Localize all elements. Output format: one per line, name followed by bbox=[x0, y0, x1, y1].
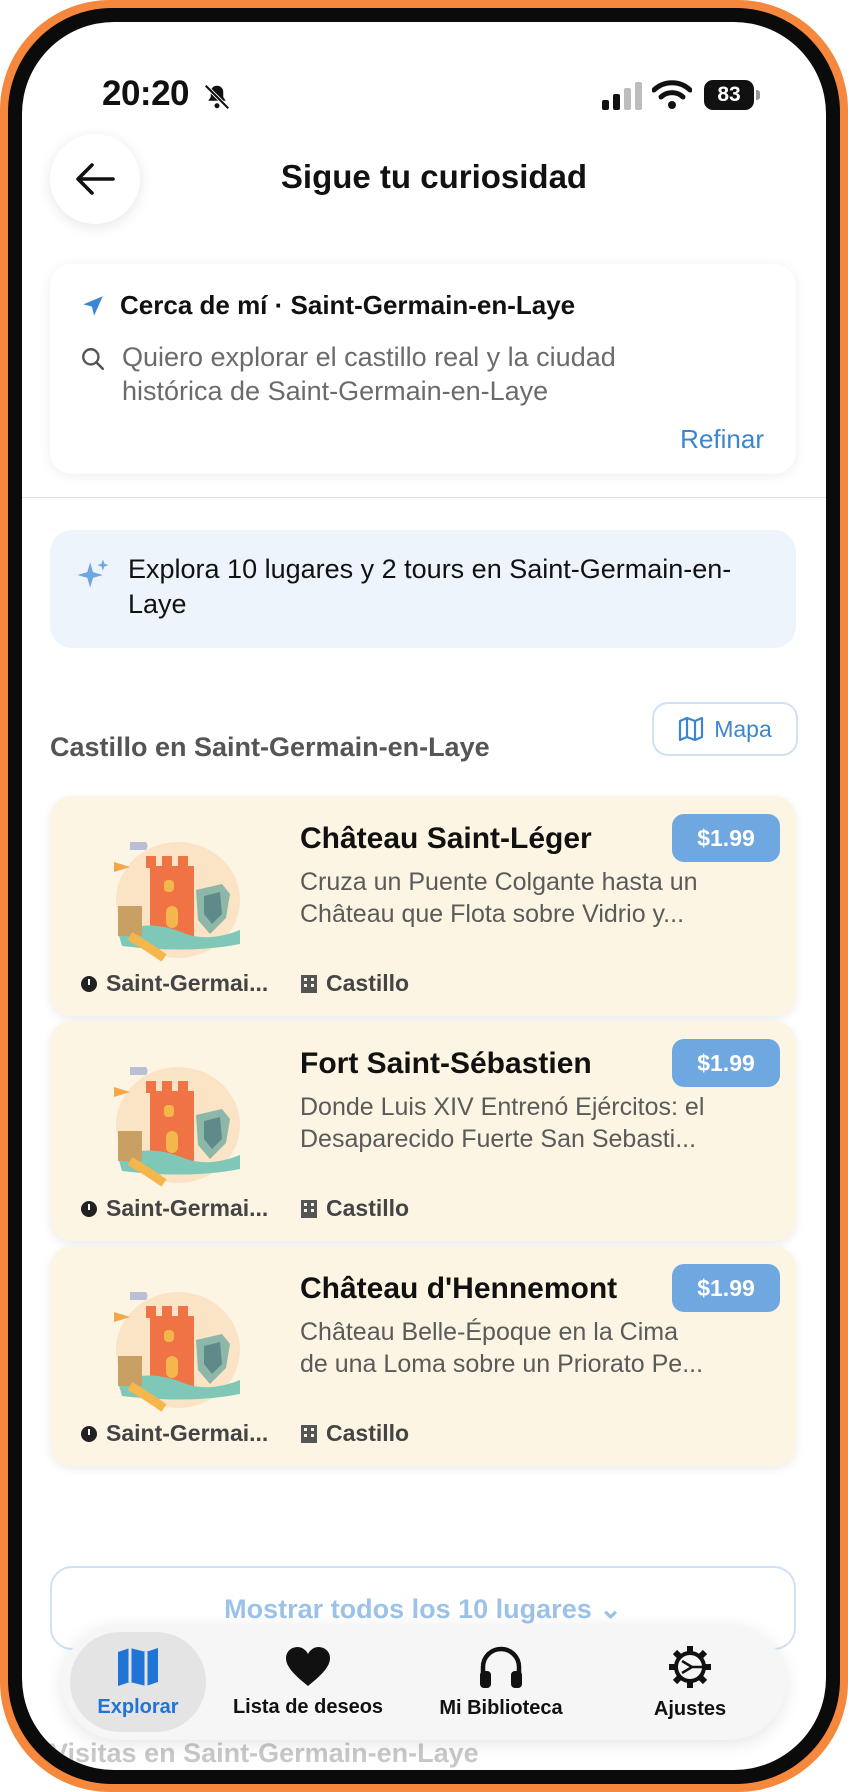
section-title: Castillo en Saint-Germain-en-Laye bbox=[50, 732, 490, 762]
search-card[interactable]: Cerca de mí · Saint-Germain-en-Laye Quie… bbox=[50, 264, 796, 474]
place-name: Château Saint-Léger bbox=[300, 822, 592, 855]
description-line-1: Donde Luis XIV Entrenó Ejércitos: el bbox=[300, 1093, 705, 1121]
description-line-2: Château que Flota sobre Vidrio y... bbox=[300, 900, 685, 928]
place-location: Saint-Germai... bbox=[80, 970, 268, 997]
place-type: Castillo bbox=[300, 970, 409, 997]
chevron-down-icon: ⌄ bbox=[599, 1594, 622, 1624]
place-card[interactable]: Fort Saint-Sébastien $1.99 Donde Luis XI… bbox=[50, 1021, 796, 1241]
map-button-label: Mapa bbox=[714, 715, 772, 742]
tab-explorar[interactable]: Explorar bbox=[70, 1632, 206, 1732]
map-icon bbox=[118, 1647, 158, 1686]
tab-bar: Explorar Lista de deseos Mi Biblioteca A… bbox=[62, 1624, 786, 1740]
place-type-label: Castillo bbox=[326, 970, 410, 996]
map-button[interactable]: Mapa bbox=[652, 702, 798, 756]
place-name: Château d'Hennemont bbox=[300, 1272, 618, 1305]
tab-label: Mi Biblioteca bbox=[439, 1696, 563, 1719]
place-description: Cruza un Puente Colgante hasta un Châtea… bbox=[300, 866, 740, 930]
divider bbox=[22, 497, 826, 498]
refine-button[interactable]: Refinar bbox=[680, 424, 764, 455]
map-icon bbox=[679, 717, 704, 741]
search-query[interactable]: Quiero explorar el castillo real y la ci… bbox=[80, 340, 770, 408]
building-icon bbox=[301, 1199, 317, 1218]
heart-icon bbox=[286, 1646, 330, 1686]
tab-mi-biblioteca[interactable]: Mi Biblioteca bbox=[410, 1632, 592, 1732]
search-icon bbox=[82, 348, 105, 371]
castle-illustration-icon bbox=[114, 842, 240, 962]
tab-label: Explorar bbox=[97, 1695, 179, 1718]
place-description: Donde Luis XIV Entrenó Ejércitos: el Des… bbox=[300, 1091, 740, 1155]
info-circle-icon bbox=[81, 975, 97, 992]
price-badge[interactable]: $1.99 bbox=[672, 1039, 780, 1087]
tours-section-title: Visitas en Saint-Germain-en-Laye bbox=[50, 1738, 479, 1768]
location-arrow-icon bbox=[83, 295, 103, 316]
place-location-label: Saint-Germai... bbox=[106, 1195, 269, 1221]
show-all-label: Mostrar todos los 10 lugares bbox=[224, 1594, 592, 1624]
place-location: Saint-Germai... bbox=[80, 1195, 268, 1222]
description-line-2: Desaparecido Fuerte San Sebasti... bbox=[300, 1125, 697, 1153]
description-line-1: Château Belle-Époque en la Cima bbox=[300, 1318, 679, 1346]
tab-lista-de-deseos[interactable]: Lista de deseos bbox=[216, 1632, 400, 1732]
status-time: 20:20 bbox=[102, 74, 190, 113]
sparkles-icon bbox=[77, 559, 109, 588]
place-type-label: Castillo bbox=[326, 1420, 410, 1446]
castle-illustration-icon bbox=[114, 1292, 240, 1412]
wifi-icon bbox=[652, 80, 692, 109]
description-line-1: Cruza un Puente Colgante hasta un bbox=[300, 868, 698, 896]
place-type-label: Castillo bbox=[326, 1195, 410, 1221]
place-location: Saint-Germai... bbox=[80, 1420, 268, 1447]
info-banner: Explora 10 lugares y 2 tours en Saint-Ge… bbox=[50, 530, 796, 648]
tab-ajustes[interactable]: Ajustes bbox=[602, 1632, 778, 1732]
battery-indicator: 83 bbox=[704, 80, 760, 110]
description-line-2: de una Loma sobre un Priorato Pe... bbox=[300, 1350, 704, 1378]
place-card[interactable]: Château Saint-Léger $1.99 Cruza un Puent… bbox=[50, 796, 796, 1016]
info-circle-icon bbox=[81, 1425, 97, 1442]
price-badge[interactable]: $1.99 bbox=[672, 1264, 780, 1312]
bell-muted-icon bbox=[204, 84, 230, 110]
castle-illustration-icon bbox=[114, 1067, 240, 1187]
info-circle-icon bbox=[81, 1200, 97, 1217]
location-row[interactable]: Cerca de mí · Saint-Germain-en-Laye bbox=[80, 290, 575, 321]
place-location-label: Saint-Germai... bbox=[106, 1420, 269, 1446]
place-type: Castillo bbox=[300, 1420, 409, 1447]
place-name: Fort Saint-Sébastien bbox=[300, 1047, 592, 1080]
search-query-text: Quiero explorar el castillo real y la ci… bbox=[122, 340, 616, 408]
cellular-signal-icon bbox=[602, 82, 642, 110]
tab-label: Ajustes bbox=[653, 1697, 727, 1720]
query-line-2: histórica de Saint-Germain-en-Laye bbox=[122, 376, 549, 406]
place-type: Castillo bbox=[300, 1195, 409, 1222]
price-badge[interactable]: $1.99 bbox=[672, 814, 780, 862]
building-icon bbox=[301, 1424, 317, 1443]
place-location-label: Saint-Germai... bbox=[106, 970, 269, 996]
tab-label: Lista de deseos bbox=[232, 1695, 384, 1718]
banner-text: Explora 10 lugares y 2 tours en Saint-Ge… bbox=[128, 554, 732, 619]
building-icon bbox=[301, 974, 317, 993]
page-title: Sigue tu curiosidad bbox=[280, 158, 588, 195]
query-line-1: Quiero explorar el castillo real y la ci… bbox=[122, 342, 616, 372]
place-description: Château Belle-Époque en la Cima de una L… bbox=[300, 1316, 740, 1380]
gear-icon bbox=[669, 1645, 711, 1688]
headphones-icon bbox=[480, 1646, 522, 1688]
screen: 20:20 83 Sigue tu curiosidad Cerca de mí… bbox=[22, 22, 826, 1770]
location-label: Cerca de mí · Saint-Germain-en-Laye bbox=[120, 290, 576, 320]
place-card[interactable]: Château d'Hennemont $1.99 Château Belle-… bbox=[50, 1246, 796, 1466]
